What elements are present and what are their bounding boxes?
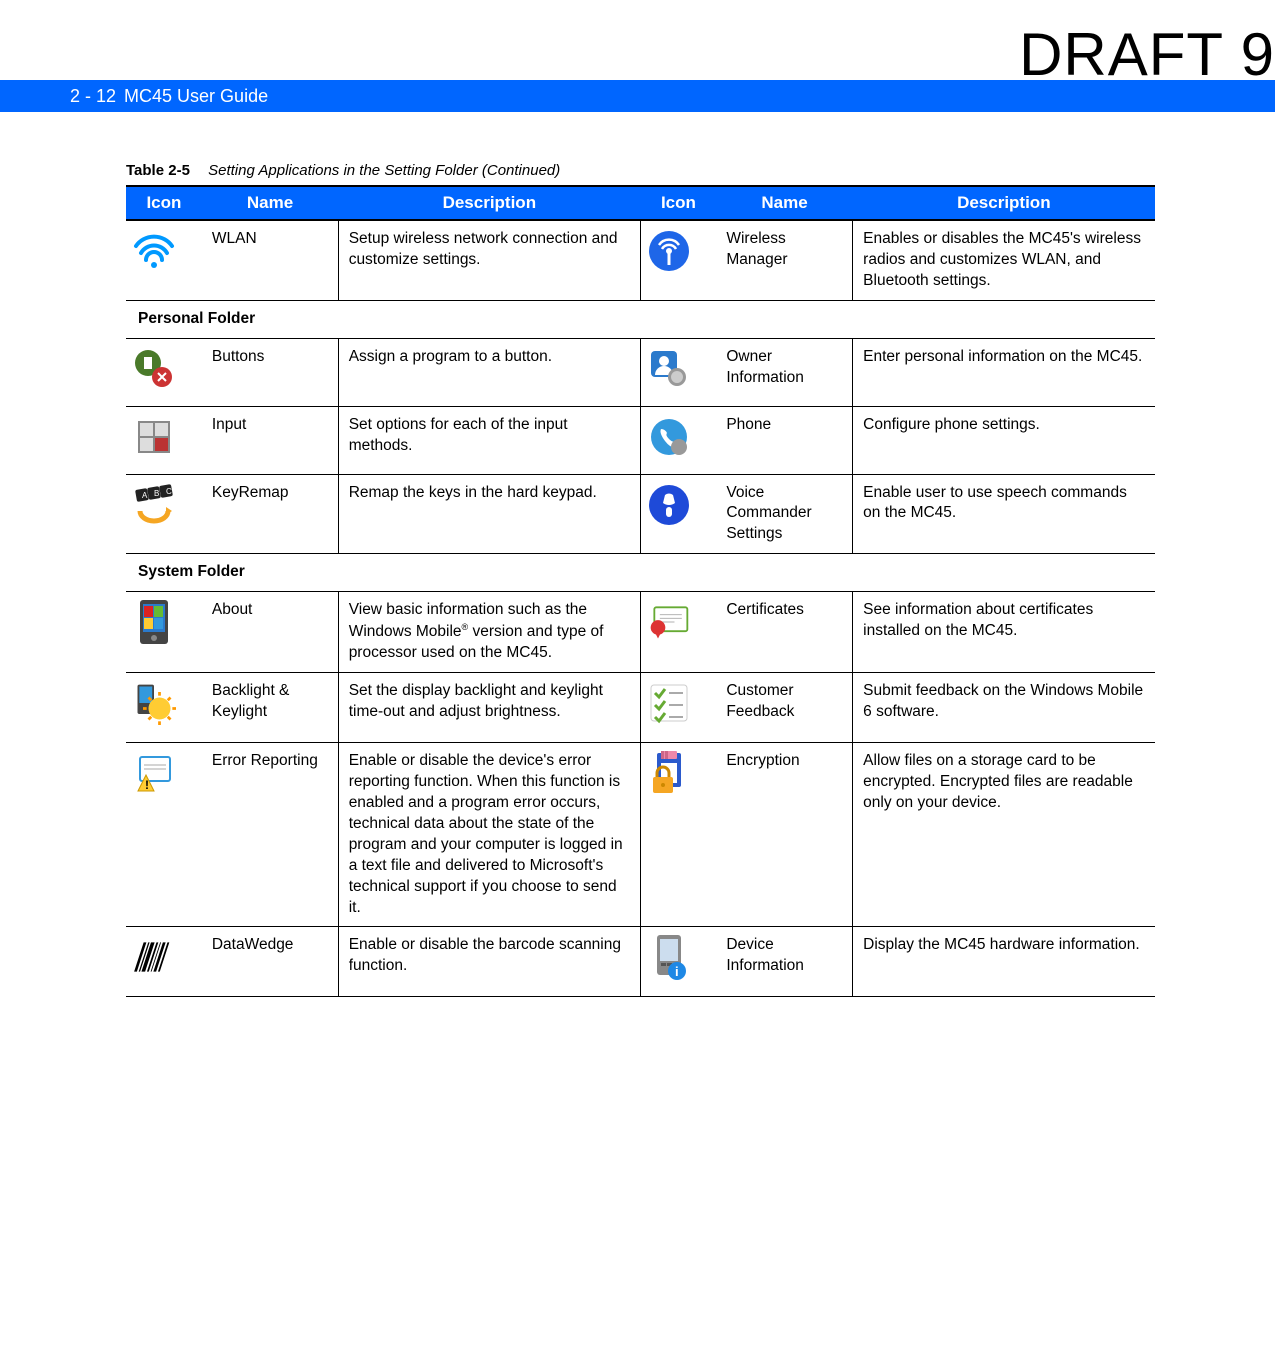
settings-table: Icon Name Description Icon Name Descript… [126,185,1155,997]
table-number: Table 2-5 [126,162,190,179]
phone-icon [640,406,716,474]
setting-description: Enable or disable the device's error rep… [338,743,640,927]
setting-name: Certificates [716,592,852,673]
setting-description: Setup wireless network connection and cu… [338,220,640,300]
input-icon [126,406,202,474]
svg-text:i: i [675,964,679,979]
th-desc-1: Description [338,186,640,220]
setting-name: Device Information [716,927,852,997]
setting-description: Enables or disables the MC45's wireless … [853,220,1155,300]
svg-text:C: C [166,487,172,496]
svg-text:!: ! [145,778,149,792]
svg-text:B: B [154,489,159,498]
setting-name: Buttons [202,338,338,406]
setting-name: Customer Feedback [716,673,852,743]
watermark: DRAFT 9 [1019,20,1275,89]
setting-name: Phone [716,406,852,474]
setting-name: WLAN [202,220,338,300]
setting-description: Assign a program to a button. [338,338,640,406]
keyremap-icon: ABC [126,474,202,554]
setting-description: View basic information such as the Windo… [338,592,640,673]
about-icon [126,592,202,673]
setting-name: Encryption [716,743,852,927]
guide-title: MC45 User Guide [124,86,268,107]
setting-description: Configure phone settings. [853,406,1155,474]
setting-name: Backlight & Keylight [202,673,338,743]
setting-description: Submit feedback on the Windows Mobile 6 … [853,673,1155,743]
setting-name: KeyRemap [202,474,338,554]
setting-description: Enable user to use speech commands on th… [853,474,1155,554]
datawedge-icon [126,927,202,997]
setting-description: Enter personal information on the MC45. [853,338,1155,406]
setting-name: About [202,592,338,673]
th-icon-2: Icon [640,186,716,220]
devinfo-icon: i [640,927,716,997]
setting-name: Voice Commander Settings [716,474,852,554]
setting-description: Enable or disable the barcode scanning f… [338,927,640,997]
setting-description: Set options for each of the input method… [338,406,640,474]
page-content: Table 2-5 Setting Applications in the Se… [0,112,1275,1037]
setting-description: Set the display backlight and keylight t… [338,673,640,743]
encrypt-icon [640,743,716,927]
buttons-icon [126,338,202,406]
feedback-icon [640,673,716,743]
th-desc-2: Description [853,186,1155,220]
section-heading: System Folder [126,554,1155,592]
error-icon: ! [126,743,202,927]
setting-name: Error Reporting [202,743,338,927]
owner-icon [640,338,716,406]
setting-description: Allow files on a storage card to be encr… [853,743,1155,927]
voice-icon [640,474,716,554]
cert-icon [640,592,716,673]
th-name-2: Name [716,186,852,220]
svg-text:A: A [142,491,148,500]
backlight-icon [126,673,202,743]
setting-description: Remap the keys in the hard keypad. [338,474,640,554]
table-title: Setting Applications in the Setting Fold… [208,162,560,179]
setting-name: DataWedge [202,927,338,997]
setting-name: Wireless Manager [716,220,852,300]
wifi-icon [126,220,202,300]
setting-description: See information about certificates insta… [853,592,1155,673]
table-caption: Table 2-5 Setting Applications in the Se… [126,162,1155,179]
th-icon-1: Icon [126,186,202,220]
section-heading: Personal Folder [126,300,1155,338]
setting-name: Owner Information [716,338,852,406]
th-name-1: Name [202,186,338,220]
page-number: 2 - 12 [70,86,116,107]
setting-name: Input [202,406,338,474]
setting-description: Display the MC45 hardware information. [853,927,1155,997]
antenna-icon [640,220,716,300]
